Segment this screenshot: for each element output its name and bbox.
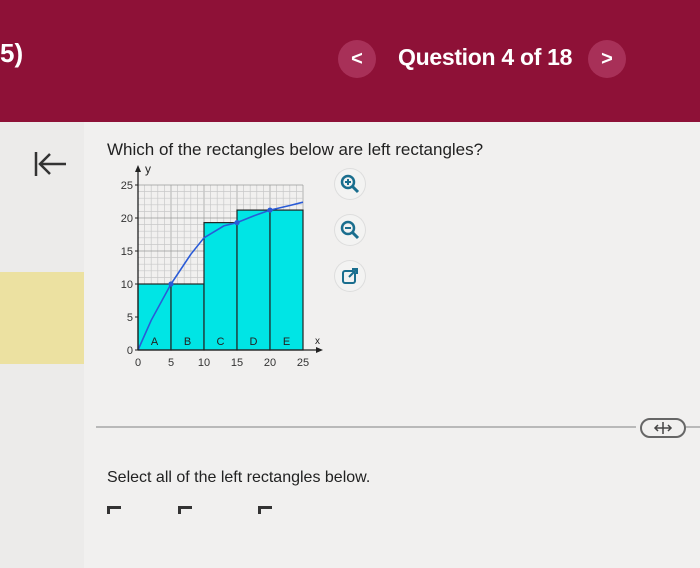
y-tick-label: 10	[121, 279, 133, 291]
answer-option-checkbox[interactable]	[178, 506, 192, 514]
next-question-button[interactable]: >	[588, 40, 626, 78]
y-axis-label: y	[145, 162, 151, 176]
collapse-back-icon[interactable]	[30, 146, 70, 182]
question-progress-title: Question 4 of 18	[398, 44, 573, 70]
rectangles-chart: A B C D E 0 5 10 15 20 25 0 5 10 15 20 25 y x	[121, 162, 323, 369]
rectangle-e	[269, 209, 304, 351]
y-tick-label: 25	[121, 180, 133, 192]
resize-handle[interactable]	[640, 418, 686, 438]
curve-point	[267, 207, 273, 213]
popout-icon	[342, 268, 358, 284]
x-tick-label: 20	[264, 357, 276, 369]
zoom-out-button[interactable]	[334, 214, 366, 246]
highlight-block	[0, 272, 84, 364]
y-tick-label: 20	[121, 213, 133, 225]
answer-option-checkbox[interactable]	[258, 506, 272, 514]
rectangle-label: A	[151, 336, 159, 348]
answer-option-checkbox[interactable]	[107, 506, 121, 514]
y-tick-label: 0	[127, 345, 133, 357]
rectangle-label: D	[250, 336, 258, 348]
zoom-in-button[interactable]	[334, 168, 366, 200]
rectangle-label: E	[283, 336, 290, 348]
x-tick-label: 25	[297, 357, 309, 369]
x-tick-label: 15	[231, 357, 243, 369]
rectangle-c	[203, 222, 238, 351]
curve-point	[234, 220, 240, 226]
zoom-out-icon	[340, 220, 360, 240]
curve-point	[168, 281, 174, 287]
section-divider-end	[686, 426, 700, 428]
y-tick-label: 5	[127, 312, 133, 324]
x-tick-label: 0	[135, 357, 141, 369]
rectangle-label: C	[217, 336, 225, 348]
x-axis-label: x	[315, 336, 320, 347]
rectangle-d	[236, 209, 271, 351]
rectangle-label: B	[184, 336, 191, 348]
question-header: 5) < Question 4 of 18 >	[0, 0, 700, 122]
y-axis-arrow	[135, 165, 141, 172]
question-number: 5)	[0, 38, 24, 68]
x-tick-label: 5	[168, 357, 174, 369]
popout-button[interactable]	[334, 260, 366, 292]
x-tick-label: 10	[198, 357, 210, 369]
zoom-in-icon	[340, 174, 360, 194]
y-tick-label: 15	[121, 246, 133, 258]
move-arrows-icon	[653, 422, 673, 434]
question-text: Which of the rectangles below are left r…	[107, 140, 484, 159]
answer-instruction: Select all of the left rectangles below.	[107, 469, 371, 486]
previous-question-button[interactable]: <	[338, 40, 376, 78]
x-axis-arrow	[316, 347, 323, 353]
section-divider	[96, 426, 636, 428]
